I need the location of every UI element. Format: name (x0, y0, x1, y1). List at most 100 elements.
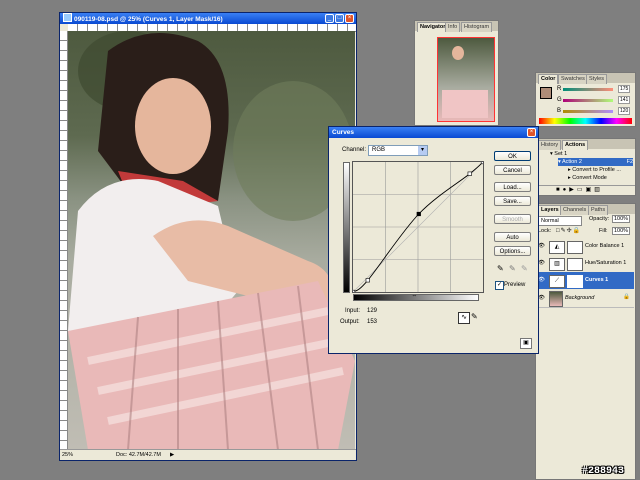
smooth-button[interactable]: Smooth (494, 214, 531, 224)
action-item-action2[interactable]: ▾ Action 2 F2 (558, 158, 633, 166)
new-set-icon[interactable]: ▭ (577, 187, 586, 193)
g-slider[interactable] (563, 99, 613, 102)
tab-history[interactable]: History (538, 140, 562, 150)
preview-checkbox[interactable]: ✓ (495, 281, 504, 290)
layer-mask-thumb[interactable] (567, 275, 583, 288)
expand-view-icon[interactable]: ▣ (520, 338, 532, 349)
tab-paths[interactable]: Paths (588, 205, 609, 215)
status-bar: 25% Doc: 42.7M/42.7M ▶ (60, 449, 356, 460)
action-item-convert-mode[interactable]: ▸ Convert Mode (568, 174, 633, 182)
tab-navigator[interactable]: Navigator (417, 22, 449, 32)
document-window: 090119-08.psd @ 25% (Curves 1, Layer Mas… (59, 12, 357, 461)
r-slider[interactable] (563, 88, 613, 91)
channel-select[interactable]: RGB ▾ (368, 145, 428, 156)
layers-tab-strip: Layers Channels Paths (536, 204, 635, 215)
ok-button[interactable]: OK (494, 151, 531, 161)
b-slider[interactable] (563, 110, 613, 113)
trash-icon[interactable]: ▥ (594, 187, 603, 193)
desktop: { "document_window": { "title": "090119-… (0, 0, 640, 480)
curves-dialog: Curves × Channel: RGB ▾ ⇔ OK Cancel Load… (328, 126, 539, 354)
tab-actions[interactable]: Actions (562, 140, 589, 150)
action-item-convert-profile[interactable]: ▸ Convert to Profile ... (568, 166, 633, 174)
status-arrow-icon[interactable]: ▶ (170, 450, 174, 460)
lock-label: Lock: (538, 228, 552, 234)
curve-control-point[interactable] (365, 278, 370, 283)
g-value[interactable]: 141 (618, 96, 631, 104)
zoom-level[interactable]: 25% (62, 450, 73, 460)
b-value[interactable]: 120 (618, 107, 631, 115)
cancel-button[interactable]: Cancel (494, 165, 531, 175)
eye-icon[interactable]: 👁 (538, 277, 545, 283)
action-item-set1[interactable]: ▾ Set 1 (550, 150, 633, 158)
eye-icon[interactable]: 👁 (538, 295, 545, 301)
curves-close-button[interactable]: × (527, 128, 536, 137)
layer-row-color-balance[interactable]: 👁 ◭ Color Balance 1 (537, 238, 634, 256)
watermark: #288943 (582, 466, 625, 477)
lock-icons[interactable]: □✎✢🔒 (556, 227, 581, 234)
options-button[interactable]: Options... (494, 246, 531, 256)
white-eyedropper-icon[interactable]: ✎ (521, 264, 528, 273)
navigator-panel: Navigator Info Histogram (414, 20, 499, 126)
curve-control-point[interactable] (352, 289, 356, 293)
tab-swatches[interactable]: Swatches (558, 74, 588, 84)
blend-mode-select[interactable]: Normal (538, 216, 582, 226)
layer-name: Hue/Saturation 1 (585, 260, 627, 266)
layers-panel: Layers Channels Paths Normal Opacity: 10… (535, 203, 636, 480)
auto-button[interactable]: Auto (494, 232, 531, 242)
pencil-icon[interactable]: ✎ (471, 312, 478, 321)
gray-eyedropper-icon[interactable]: ✎ (509, 264, 516, 273)
lock-icon: 🔒 (623, 294, 630, 300)
close-button[interactable]: × (345, 14, 354, 23)
eye-icon[interactable]: 👁 (538, 260, 545, 266)
curve-graph[interactable] (352, 161, 484, 293)
tab-styles[interactable]: Styles (586, 74, 607, 84)
curve-control-point[interactable] (480, 161, 484, 165)
layer-row-hue-saturation[interactable]: 👁 ▥ Hue/Saturation 1 (537, 255, 634, 273)
chevron-down-icon[interactable]: ▾ (418, 146, 427, 155)
tab-channels[interactable]: Channels (560, 205, 590, 215)
eye-icon[interactable]: 👁 (538, 243, 545, 249)
curves-title: Curves (332, 129, 355, 136)
g-label: G (557, 97, 562, 103)
layer-row-background[interactable]: 👁 Background 🔒 (537, 289, 634, 308)
tab-info[interactable]: Info (445, 22, 461, 32)
gradient-toggle-icon[interactable]: ⇔ (411, 293, 418, 300)
photo (68, 31, 355, 450)
load-button[interactable]: Load... (494, 182, 531, 192)
output-gradient-bar (343, 162, 350, 293)
save-button[interactable]: Save... (494, 196, 531, 206)
layer-mask-thumb[interactable] (567, 241, 583, 254)
tab-layers[interactable]: Layers (538, 205, 562, 215)
doc-info[interactable]: Doc: 42.7M/42.7M (116, 450, 161, 460)
foreground-swatch[interactable] (540, 87, 552, 99)
channel-label: Channel: (342, 147, 367, 153)
tab-histogram[interactable]: Histogram (461, 22, 493, 32)
black-eyedropper-icon[interactable]: ✎ (497, 264, 504, 273)
document-title-bar[interactable]: 090119-08.psd @ 25% (Curves 1, Layer Mas… (60, 13, 356, 24)
layer-row-curves[interactable]: 👁 ⟋ Curves 1 (537, 272, 634, 290)
curve-point-tool[interactable]: ∿ (458, 312, 470, 324)
r-value[interactable]: 175 (618, 85, 631, 93)
history-actions-panel: History Actions ▾ Set 1 ▾ Action 2 F2 ▸ C… (535, 138, 636, 196)
navigator-thumbnail[interactable] (437, 37, 495, 122)
new-action-icon[interactable]: ▣ (586, 187, 595, 193)
layer-mask-thumb[interactable] (567, 258, 583, 271)
opacity-input[interactable]: 100% (612, 215, 631, 223)
fill-input[interactable]: 100% (612, 227, 631, 235)
minimize-button[interactable]: _ (325, 14, 334, 23)
document-title: 090119-08.psd @ 25% (Curves 1, Layer Mas… (74, 16, 223, 23)
color-spectrum-ramp[interactable] (539, 118, 632, 124)
maximize-button[interactable]: □ (335, 14, 344, 23)
play-icon[interactable]: ▶ (569, 187, 577, 193)
curves-title-bar[interactable]: Curves (329, 127, 538, 138)
output-label: Output: (340, 319, 360, 325)
tab-color[interactable]: Color (538, 74, 559, 84)
background-thumb (549, 291, 563, 307)
color-tab-strip: Color Swatches Styles (536, 73, 635, 84)
stop-icon[interactable]: ■ (556, 187, 563, 193)
curve-control-point[interactable] (467, 171, 472, 176)
canvas[interactable] (68, 31, 355, 450)
curve-control-point[interactable] (416, 211, 421, 217)
navigator-tab-strip: Navigator Info Histogram (415, 21, 498, 32)
navigator-fan-thumb (442, 90, 488, 118)
